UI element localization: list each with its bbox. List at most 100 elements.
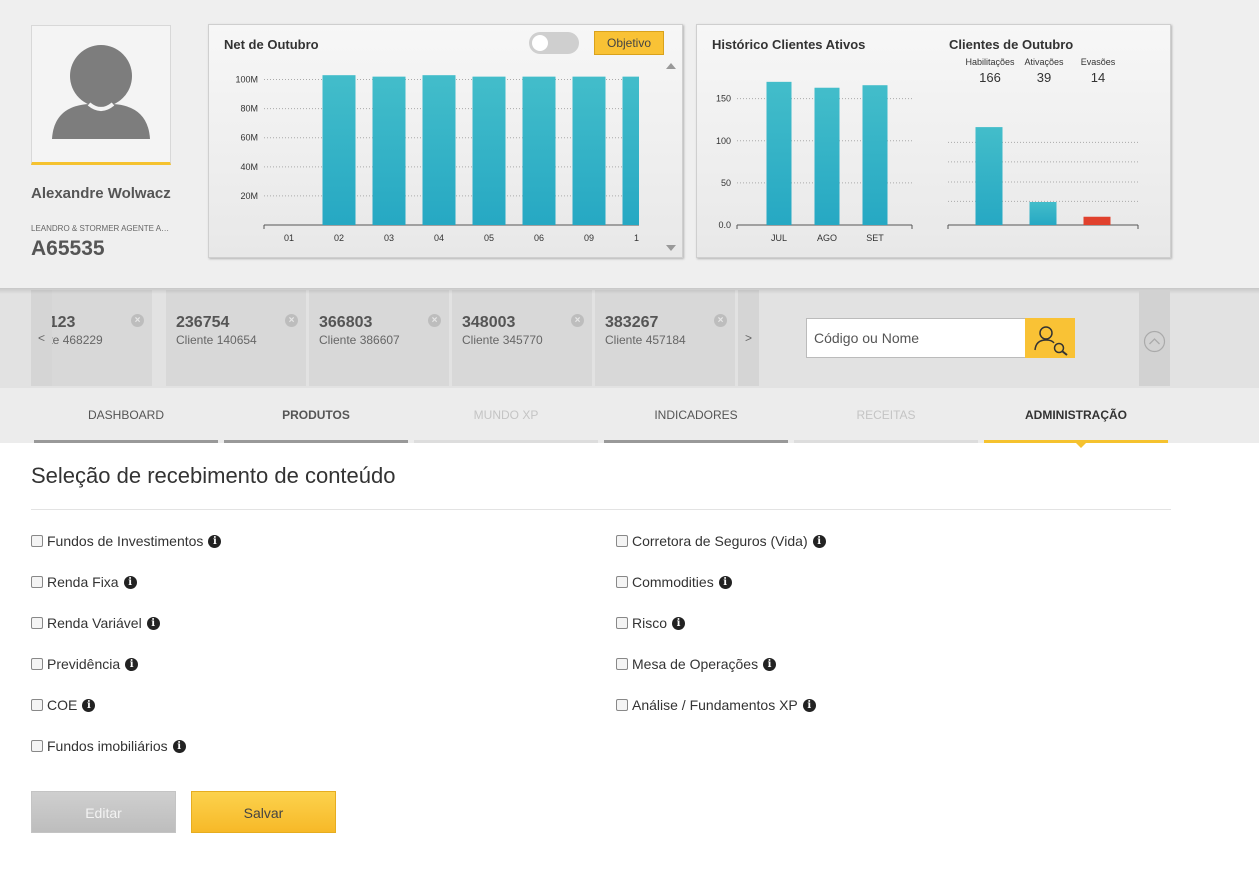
option-checkbox[interactable] <box>616 617 628 629</box>
bar <box>975 127 1003 225</box>
client-name: Cliente 345770 <box>462 333 543 347</box>
tab-produtos[interactable]: PRODUTOS <box>224 388 408 443</box>
client-card[interactable]: 378123 Cliente 468229 × <box>52 290 152 386</box>
stat-label: Habilitações <box>965 57 1015 67</box>
stat-label: Evasões <box>1080 57 1116 67</box>
x-tick-label: 06 <box>534 233 544 243</box>
info-icon[interactable]: i <box>208 534 222 548</box>
client-card[interactable]: 348003 Cliente 345770 × <box>452 290 592 386</box>
client-search-input[interactable] <box>806 318 1026 358</box>
scroll-down-icon[interactable] <box>666 245 676 251</box>
stat-ativacoes: Ativações 39 <box>1014 57 1074 85</box>
info-icon[interactable]: i <box>802 698 816 712</box>
content-option[interactable]: Corretora de Seguros (Vida) i <box>616 532 826 550</box>
close-icon[interactable]: × <box>714 314 727 327</box>
client-card[interactable]: 383267 Cliente 457184 × <box>595 290 735 386</box>
tab-indicadores[interactable]: INDICADORES <box>604 388 788 443</box>
clients-prev-button[interactable]: < <box>31 290 52 386</box>
close-icon[interactable]: × <box>428 314 441 327</box>
tab-administracao[interactable]: ADMINISTRAÇÃO <box>984 388 1168 443</box>
tab-mundo-xp[interactable]: MUNDO XP <box>414 388 598 443</box>
option-checkbox[interactable] <box>616 699 628 711</box>
edit-button[interactable]: Editar <box>31 791 176 833</box>
y-tick-label: 60M <box>240 133 258 143</box>
bar <box>1083 216 1111 225</box>
client-card[interactable]: 366803 Cliente 386607 × <box>309 290 449 386</box>
objective-button[interactable]: Objetivo <box>594 31 664 55</box>
bar <box>322 75 356 225</box>
option-checkbox[interactable] <box>31 699 43 711</box>
client-search-button[interactable] <box>1025 318 1075 358</box>
content-option[interactable]: Análise / Fundamentos XP i <box>616 696 816 714</box>
option-checkbox[interactable] <box>616 535 628 547</box>
option-checkbox[interactable] <box>616 658 628 670</box>
bar <box>622 76 639 226</box>
close-icon[interactable]: × <box>571 314 584 327</box>
option-label: Risco <box>632 615 668 631</box>
bar <box>472 76 506 226</box>
client-id: 383267 <box>605 314 659 331</box>
content-option[interactable]: Previdência i <box>31 655 139 673</box>
content-option[interactable]: Commodities i <box>616 573 732 591</box>
stat-value: 14 <box>1090 70 1106 85</box>
x-tick-label: 04 <box>434 233 444 243</box>
stat-label: Ativações <box>1024 57 1064 67</box>
option-label: Análise / Fundamentos XP <box>632 697 798 713</box>
content-option[interactable]: Renda Variável i <box>31 614 160 632</box>
close-icon[interactable]: × <box>131 314 144 327</box>
option-checkbox[interactable] <box>31 740 43 752</box>
bar <box>814 87 840 225</box>
option-checkbox[interactable] <box>31 658 43 670</box>
y-tick-label: 20M <box>240 191 258 201</box>
option-label: Commodities <box>632 574 714 590</box>
info-icon[interactable]: i <box>123 575 137 589</box>
strip-shadow <box>0 288 1259 294</box>
content-option[interactable]: Renda Fixa i <box>31 573 137 591</box>
info-icon[interactable]: i <box>172 739 186 753</box>
info-icon[interactable]: i <box>718 575 732 589</box>
option-checkbox[interactable] <box>31 617 43 629</box>
content-option[interactable]: Mesa de Operações i <box>616 655 777 673</box>
x-tick-label: 01 <box>284 233 294 243</box>
content-option[interactable]: COE i <box>31 696 96 714</box>
save-button[interactable]: Salvar <box>191 791 336 833</box>
user-name: Alexandre Wolwacz <box>31 185 171 202</box>
close-icon[interactable]: × <box>285 314 298 327</box>
content-option[interactable]: Fundos imobiliários i <box>31 737 186 755</box>
x-tick-label: 10 <box>634 233 639 243</box>
option-checkbox[interactable] <box>31 535 43 547</box>
info-icon[interactable]: i <box>763 657 777 671</box>
bar <box>766 81 792 225</box>
option-label: Fundos imobiliários <box>47 738 168 754</box>
client-name: Cliente 468229 <box>52 333 103 347</box>
option-checkbox[interactable] <box>616 576 628 588</box>
avatar <box>31 25 171 165</box>
info-icon[interactable]: i <box>82 698 96 712</box>
clients-next-button[interactable]: > <box>738 290 759 386</box>
client-card[interactable]: 236754 Cliente 140654 × <box>166 290 306 386</box>
net-toggle[interactable] <box>529 32 579 54</box>
content-option[interactable]: Risco i <box>616 614 686 632</box>
info-icon[interactable]: i <box>672 616 686 630</box>
content-option[interactable]: Fundos de Investimentos i <box>31 532 222 550</box>
chevron-up-icon <box>1143 330 1166 353</box>
tab-dashboard[interactable]: DASHBOARD <box>34 388 218 443</box>
bar <box>1029 202 1057 225</box>
option-label: Corretora de Seguros (Vida) <box>632 533 808 549</box>
info-icon[interactable]: i <box>146 616 160 630</box>
user-silhouette-icon <box>52 45 150 139</box>
scroll-up-icon[interactable] <box>666 63 676 69</box>
net-panel: Net de Outubro Objetivo 20M 40M 60M 80M 100M… <box>208 24 683 258</box>
info-icon[interactable]: i <box>125 657 139 671</box>
x-tick-label: SET <box>866 233 884 243</box>
x-tick-label: JUL <box>771 233 787 243</box>
tab-receitas[interactable]: RECEITAS <box>794 388 978 443</box>
info-icon[interactable]: i <box>812 534 826 548</box>
y-tick-label: 50 <box>721 178 731 188</box>
client-id: 378123 <box>52 314 76 331</box>
collapse-header-button[interactable] <box>1139 290 1170 386</box>
option-checkbox[interactable] <box>31 576 43 588</box>
user-code: A65535 <box>31 237 105 260</box>
x-tick-label: 03 <box>384 233 394 243</box>
history-panel-title: Histórico Clientes Ativos <box>712 37 866 52</box>
